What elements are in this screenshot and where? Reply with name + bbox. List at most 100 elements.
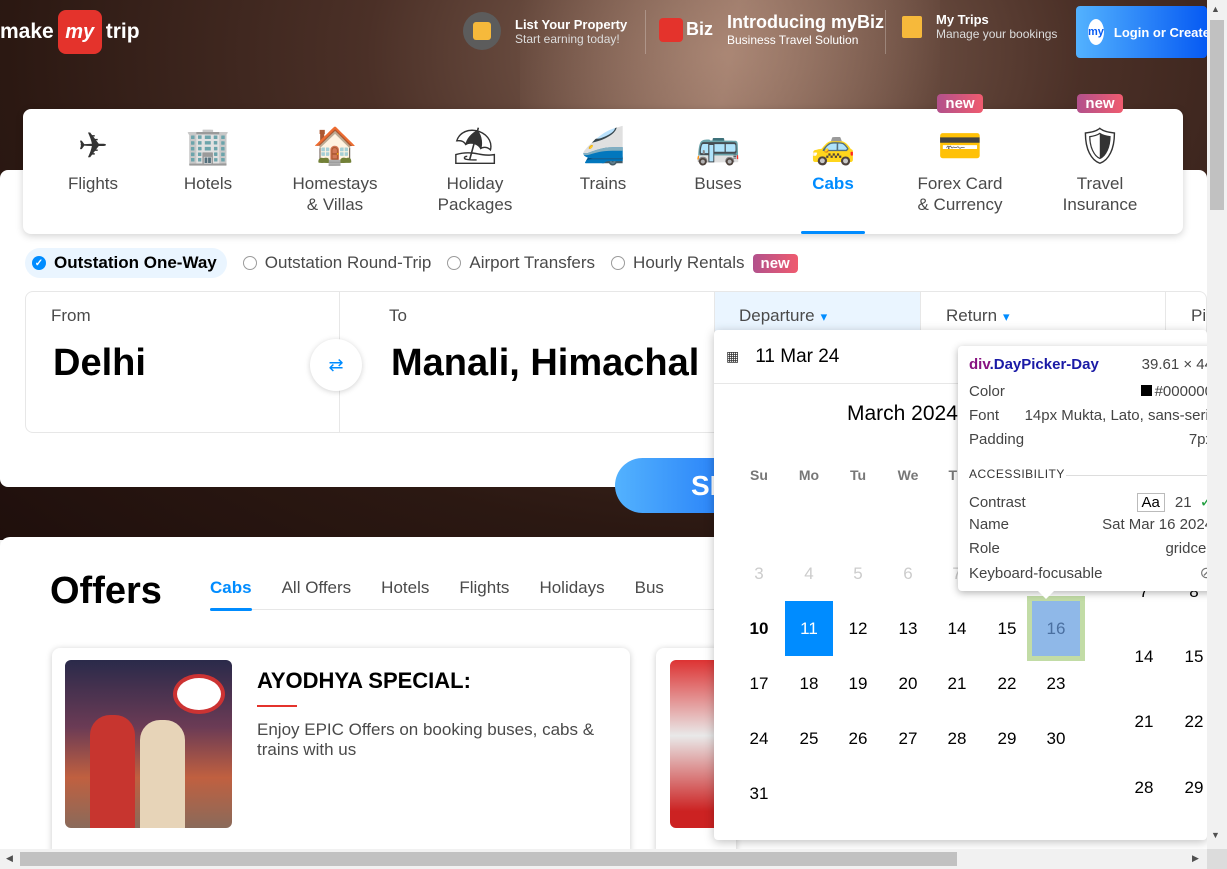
offers-tab-bus[interactable]: Bus (635, 578, 664, 610)
calendar-day-hovered[interactable]: 16 (1027, 596, 1085, 661)
tooltip-color-label: Color (969, 383, 1005, 400)
return-label-text: Return (946, 306, 998, 325)
offer-card[interactable]: AYODHYA SPECIAL: Enjoy EPIC Offers on bo… (52, 648, 630, 858)
chevron-down-icon: ▾ (820, 309, 828, 324)
tab-holiday-packages[interactable]: ⛱ Holiday Packages (420, 109, 530, 234)
to-value: Manali, Himachal (391, 342, 700, 384)
return-label: Return ▾ (946, 306, 1010, 326)
calendar-day[interactable]: 23 (1032, 656, 1080, 711)
tab-label: Forex Card & Currency (917, 174, 1003, 214)
calendar-day[interactable]: 10 (735, 601, 783, 656)
trip-type-hourly-rentals[interactable]: Hourly Rentals (611, 248, 745, 278)
devtools-inspect-tooltip: div.DayPicker-Day 39.61 × 44 Color #0000… (958, 346, 1222, 599)
calendar-day-next-month[interactable]: 28 (1120, 760, 1168, 815)
offers-title: Offers (50, 570, 162, 612)
active-tab-indicator (801, 231, 865, 234)
calendar-day[interactable]: 13 (884, 601, 932, 656)
makemytrip-logo[interactable]: make my trip (0, 10, 140, 54)
vertical-scrollbar[interactable]: ▲ ▼ (1207, 0, 1227, 849)
tab-hotels[interactable]: 🏢 Hotels (163, 109, 253, 234)
trip-type-outstation-one-way[interactable]: ✓ Outstation One-Way (25, 248, 227, 278)
calendar-day[interactable]: 19 (834, 656, 882, 711)
calendar-day[interactable]: 28 (933, 711, 981, 766)
calendar-day[interactable]: 18 (785, 656, 833, 711)
tab-homestays[interactable]: 🏠 Homestays & Villas (280, 109, 390, 234)
offers-tab-holidays[interactable]: Holidays (539, 578, 604, 610)
calendar-day-next-month[interactable]: 21 (1120, 694, 1168, 749)
tooltip-accessibility-header: ACCESSIBILITY (969, 467, 1065, 481)
tooltip-class: .DayPicker-Day (989, 356, 1099, 373)
chevron-down-icon: ▾ (1003, 309, 1010, 324)
tab-trains[interactable]: 🚄 Trains (558, 109, 648, 234)
tooltip-size: 39.61 × 44 (1141, 356, 1213, 373)
calendar-day[interactable]: 29 (983, 711, 1031, 766)
trip-type-airport-transfers[interactable]: Airport Transfers (447, 248, 595, 278)
new-badge: new (937, 94, 983, 113)
calendar-day[interactable]: 15 (983, 601, 1031, 656)
weekday-header: We (897, 467, 919, 483)
from-label: From (51, 306, 91, 325)
cab-icon: 🚕 (810, 125, 856, 166)
tooltip-selector: div.DayPicker-Day (969, 356, 1099, 373)
to-field[interactable]: To Manali, Himachal (340, 292, 715, 432)
trip-type-label: Airport Transfers (469, 253, 596, 272)
trip-type-label: Hourly Rentals (633, 253, 745, 272)
mmt-user-icon: my (1088, 19, 1104, 45)
login-button[interactable]: my Login or Create (1076, 6, 1207, 58)
offers-tab-hotels[interactable]: Hotels (381, 578, 429, 610)
offers-tabs: Cabs All Offers Hotels Flights Holidays … (210, 578, 730, 611)
logo-text-right: trip (105, 20, 140, 43)
from-field[interactable]: From Delhi (26, 292, 340, 432)
calendar-day[interactable]: 25 (785, 711, 833, 766)
vertical-scroll-thumb[interactable] (1210, 20, 1224, 210)
from-value: Delhi (53, 342, 146, 384)
calendar-day[interactable]: 20 (884, 656, 932, 711)
tab-travel-insurance[interactable]: new 🛡 Travel Insurance (1045, 94, 1155, 234)
tab-buses[interactable]: 🚌 Buses (673, 109, 763, 234)
offer-image (65, 660, 232, 828)
scroll-left-arrow-icon[interactable]: ◀ (6, 853, 13, 864)
tab-flights[interactable]: ✈ Flights (48, 109, 138, 234)
tooltip-tag: div (969, 356, 990, 373)
calendar-day: 3 (754, 563, 764, 583)
my-trips-link[interactable]: My Trips Manage your bookings (902, 12, 1057, 41)
horizontal-scroll-thumb[interactable] (20, 852, 957, 866)
login-label: Login or Create (1113, 24, 1207, 40)
swap-cities-button[interactable]: ⇄ (310, 339, 362, 391)
calendar-day[interactable]: 14 (933, 601, 981, 656)
date-input-value: 11 Mar 24 (755, 345, 840, 367)
calendar-day[interactable]: 24 (735, 711, 783, 766)
calendar-day[interactable]: 26 (834, 711, 882, 766)
calendar-day[interactable]: 30 (1032, 711, 1080, 766)
contrast-aa-sample: Aa (1136, 493, 1165, 512)
calendar-day[interactable]: 31 (735, 766, 783, 821)
calendar-day[interactable]: 22 (983, 656, 1031, 711)
mybiz-title: Introducing myBiz (727, 12, 884, 32)
person-figure (90, 715, 135, 828)
swap-arrows-icon: ⇄ (328, 354, 344, 375)
tooltip-contrast-value: 21 (1174, 494, 1192, 511)
mybiz-link[interactable]: Biz Introducing myBiz Business Travel So… (659, 12, 884, 47)
calendar-month-title: March 2024 (847, 402, 958, 425)
list-property-link[interactable]: List Your Property Start earning today! (463, 12, 627, 50)
calendar-day[interactable]: 17 (735, 656, 783, 711)
scroll-down-arrow-icon[interactable]: ▼ (1211, 830, 1220, 840)
offers-tab-flights[interactable]: Flights (459, 578, 509, 610)
my-trips-subtitle: Manage your bookings (936, 27, 1058, 41)
trip-type-label: Outstation One-Way (54, 253, 217, 272)
to-label: To (389, 306, 407, 325)
scroll-right-arrow-icon[interactable]: ▶ (1192, 853, 1199, 864)
calendar-day-next-month[interactable]: 14 (1120, 629, 1168, 684)
offers-tab-cabs[interactable]: Cabs (210, 578, 252, 611)
calendar-day-selected[interactable]: 11 (785, 601, 833, 656)
horizontal-scrollbar[interactable]: ◀ ▶ (0, 849, 1207, 869)
tooltip-contrast-value-wrap: Aa21✓ (1136, 492, 1213, 512)
calendar-day[interactable]: 21 (933, 656, 981, 711)
calendar-day[interactable]: 27 (884, 711, 932, 766)
tab-forex[interactable]: new 💳 Forex Card & Currency (905, 94, 1015, 234)
tab-cabs[interactable]: 🚕 Cabs (788, 109, 878, 234)
trip-type-outstation-round-trip[interactable]: Outstation Round-Trip (242, 248, 431, 278)
offers-tab-all[interactable]: All Offers (282, 578, 352, 610)
calendar-day[interactable]: 12 (834, 601, 882, 656)
scroll-up-arrow-icon[interactable]: ▲ (1211, 4, 1220, 14)
